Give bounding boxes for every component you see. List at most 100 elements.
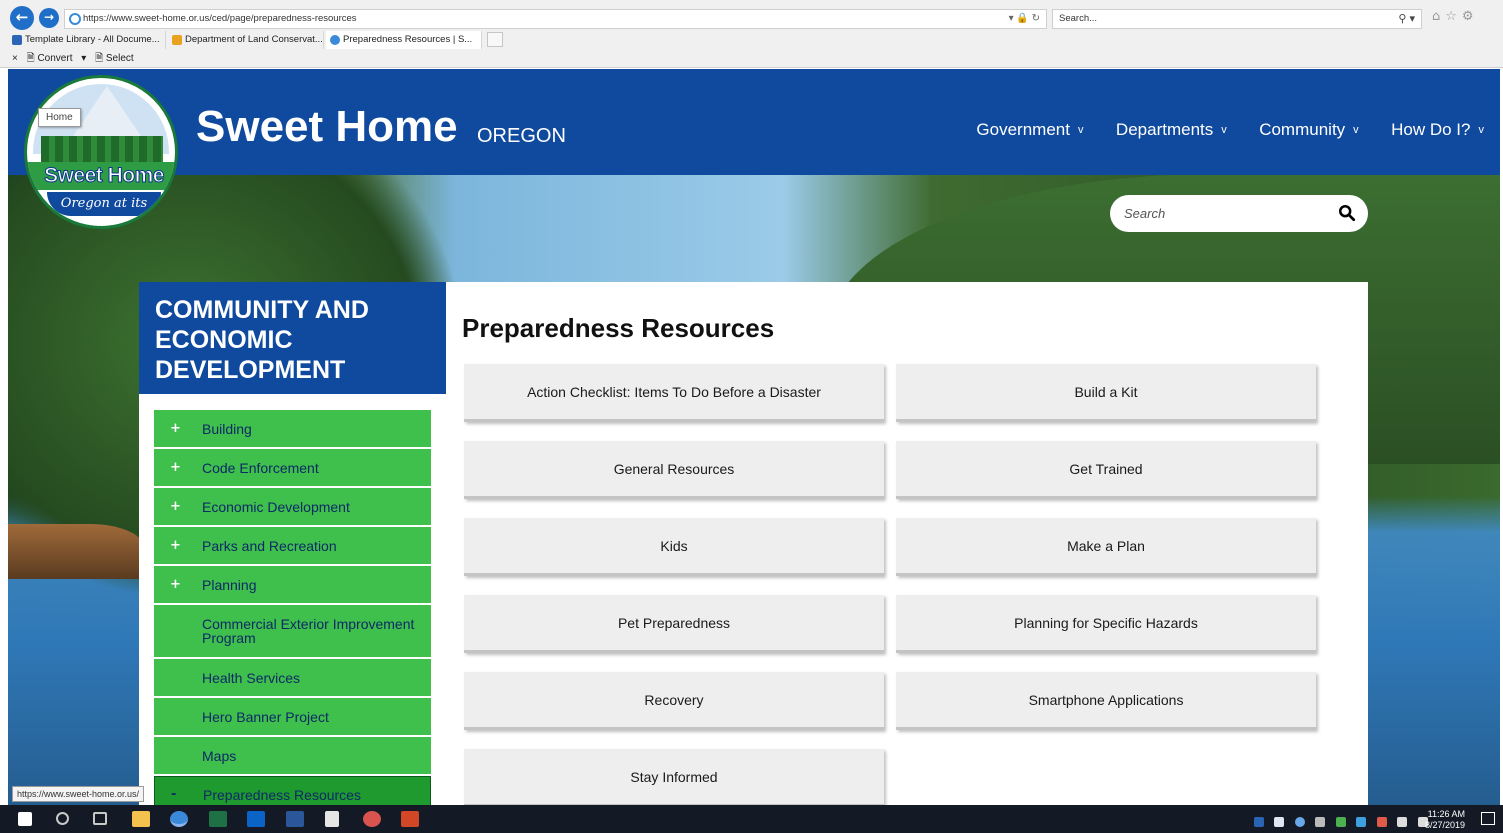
- forward-button[interactable]: →: [39, 8, 59, 28]
- status-bar-url: https://www.sweet-home.or.us/: [12, 786, 145, 802]
- convert-button[interactable]: 🗎 Convert ▾: [27, 53, 87, 64]
- clock-date: 8/27/2019: [1424, 820, 1465, 830]
- tray-shield-icon[interactable]: [1274, 817, 1285, 827]
- search-icon[interactable]: [1338, 204, 1356, 222]
- resource-button-general-resources[interactable]: General Resources: [464, 441, 884, 499]
- sidebar-item-economic-development[interactable]: + Economic Development: [154, 488, 431, 525]
- nav-label: How Do I?: [1391, 120, 1471, 139]
- sidebar-item-health-services[interactable]: Health Services: [154, 659, 431, 696]
- sidebar-item-code-enforcement[interactable]: + Code Enforcement: [154, 449, 431, 486]
- search-input[interactable]: [1124, 203, 1324, 223]
- main-content: Preparedness Resources Action Checklist:…: [446, 282, 1368, 805]
- sharepoint-icon: [12, 35, 22, 45]
- command-bar-close-icon[interactable]: ×: [12, 53, 18, 64]
- nav-label: Departments: [1115, 120, 1214, 139]
- search-icon[interactable]: [56, 812, 69, 825]
- nav-departments[interactable]: Departments v: [1116, 120, 1227, 140]
- site-subtitle: OREGON: [477, 125, 566, 147]
- resource-button-recovery[interactable]: Recovery: [464, 672, 884, 730]
- resource-button-action-checklist[interactable]: Action Checklist: Items To Do Before a D…: [464, 364, 884, 422]
- web-page: Sweet Home OREGON Government v Department…: [8, 69, 1500, 805]
- expand-icon[interactable]: +: [170, 577, 181, 592]
- resource-button-specific-hazards[interactable]: Planning for Specific Hazards: [896, 595, 1316, 653]
- expand-icon[interactable]: +: [170, 538, 181, 553]
- page-title: Preparedness Resources: [462, 313, 775, 343]
- collapse-icon[interactable]: -: [171, 787, 176, 802]
- nav-government[interactable]: Government v: [976, 120, 1083, 140]
- resource-button-make-plan[interactable]: Make a Plan: [896, 518, 1316, 576]
- resource-button-stay-informed[interactable]: Stay Informed: [464, 749, 884, 805]
- tray-app-icon[interactable]: [1356, 817, 1367, 827]
- expand-icon[interactable]: +: [170, 421, 181, 436]
- tray-onedrive-icon[interactable]: [1294, 817, 1305, 827]
- site-logo[interactable]: Sweet Home Oregon at its best!: [24, 75, 178, 229]
- resource-button-smartphone-apps[interactable]: Smartphone Applications: [896, 672, 1316, 730]
- tab-label: Preparedness Resources | S...: [343, 34, 473, 45]
- task-view-icon[interactable]: [93, 812, 107, 825]
- sidebar-heading: COMMUNITY AND ECONOMIC DEVELOPMENT: [139, 282, 446, 394]
- tab-template-library[interactable]: Template Library - All Docume...: [8, 31, 166, 49]
- system-clock[interactable]: 11:26 AM 8/27/2019: [1425, 809, 1465, 831]
- toolbar-icons[interactable]: ⌂☆⚙: [1432, 9, 1479, 24]
- windows-taskbar: 11:26 AM 8/27/2019: [0, 805, 1503, 833]
- command-bar: × 🗎 Convert ▾ 🗎 Select: [12, 51, 146, 68]
- tray-outlook-icon[interactable]: [1254, 817, 1264, 827]
- sidebar-item-building[interactable]: + Building: [154, 410, 431, 447]
- address-bar[interactable]: https://www.sweet-home.or.us/ced/page/pr…: [64, 9, 1047, 29]
- paint-icon[interactable]: [363, 811, 381, 827]
- expand-icon[interactable]: +: [170, 460, 181, 475]
- sidebar-item-preparedness-resources[interactable]: - Preparedness Resources: [154, 776, 431, 805]
- sidebar-item-label: Commercial Exterior Improvement Program: [202, 616, 415, 646]
- calculator-icon[interactable]: [325, 811, 339, 827]
- sidebar-item-hero-banner[interactable]: Hero Banner Project: [154, 698, 431, 735]
- excel-icon[interactable]: [209, 811, 227, 827]
- tray-tool-icon[interactable]: [1315, 817, 1326, 827]
- system-tray-icons[interactable]: [1254, 814, 1434, 827]
- sidebar-item-label: Planning: [202, 576, 257, 593]
- sidebar-item-label: Health Services: [202, 669, 301, 686]
- new-tab-button[interactable]: [487, 32, 503, 47]
- site-search: [1110, 195, 1368, 232]
- page-favicon-icon: [172, 35, 182, 45]
- tray-sync-icon[interactable]: [1335, 817, 1346, 827]
- resource-button-build-kit[interactable]: Build a Kit: [896, 364, 1316, 422]
- file-explorer-icon[interactable]: [132, 811, 150, 827]
- select-label: Select: [105, 53, 134, 64]
- expand-icon[interactable]: +: [170, 499, 181, 514]
- home-tooltip: Home: [38, 108, 81, 127]
- lock-refresh-icons[interactable]: ▾ 🔒 ↻: [1009, 10, 1040, 28]
- internet-explorer-icon[interactable]: [170, 811, 188, 827]
- start-icon[interactable]: [18, 812, 32, 826]
- resource-button-get-trained[interactable]: Get Trained: [896, 441, 1316, 499]
- powerpoint-icon[interactable]: [401, 811, 419, 827]
- tab-land-conservation[interactable]: Department of Land Conservat...: [168, 31, 324, 49]
- logo-tagline: Oregon at its best!: [47, 192, 161, 226]
- site-title[interactable]: Sweet Home: [196, 102, 458, 152]
- sidebar-item-planning[interactable]: + Planning: [154, 566, 431, 603]
- convert-label: Convert: [37, 53, 73, 64]
- back-button[interactable]: ←: [10, 6, 34, 30]
- outlook-icon[interactable]: [247, 811, 265, 827]
- browser-search-icon[interactable]: ⚲ ▾: [1398, 10, 1415, 28]
- chevron-down-icon: v: [1077, 124, 1084, 136]
- tray-flag-icon[interactable]: [1376, 817, 1387, 827]
- chevron-down-icon: v: [1353, 124, 1359, 136]
- resource-button-pet-preparedness[interactable]: Pet Preparedness: [464, 595, 884, 653]
- nav-how-do-i[interactable]: How Do I? v: [1391, 120, 1484, 140]
- sidebar-item-parks-recreation[interactable]: + Parks and Recreation: [154, 527, 431, 564]
- word-icon[interactable]: [286, 811, 304, 827]
- sidebar-item-label: Building: [202, 420, 252, 437]
- nav-community[interactable]: Community v: [1259, 120, 1358, 140]
- logo-forest: [41, 136, 163, 162]
- tab-preparedness-resources[interactable]: Preparedness Resources | S... ×: [326, 31, 482, 49]
- browser-search-box[interactable]: Search... ⚲ ▾: [1052, 9, 1422, 29]
- main-navigation: Government v Departments v Community v How …: [948, 120, 1484, 140]
- select-button[interactable]: 🗎 Select: [95, 53, 140, 64]
- action-center-icon[interactable]: [1481, 812, 1495, 825]
- clock-time: 11:26 AM: [1427, 809, 1465, 819]
- ie-favicon-icon: [330, 35, 340, 45]
- tray-network-icon[interactable]: [1397, 817, 1408, 827]
- sidebar-item-maps[interactable]: Maps: [154, 737, 431, 774]
- sidebar-item-commercial-exterior[interactable]: Commercial Exterior Improvement Program: [154, 605, 431, 657]
- resource-button-kids[interactable]: Kids: [464, 518, 884, 576]
